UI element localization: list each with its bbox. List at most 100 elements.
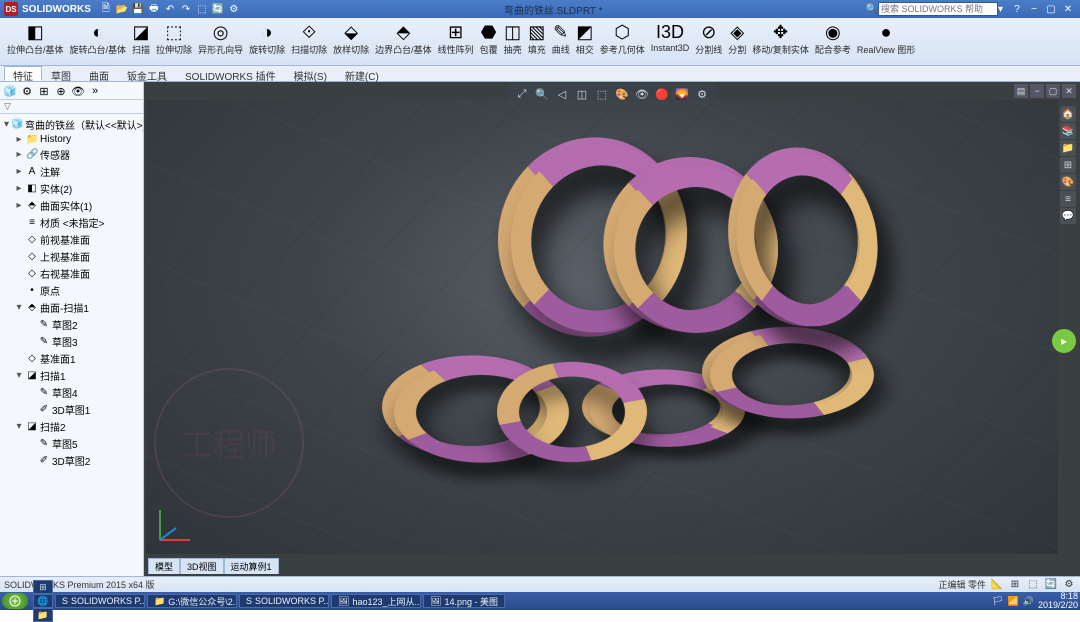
view-palette-icon[interactable]: ⊞ <box>1060 157 1076 173</box>
tree-item[interactable]: ▸📁History <box>2 133 141 146</box>
ribbon-异形孔向导[interactable]: ◎异形孔向导 <box>195 20 246 63</box>
configuration-manager-icon[interactable]: ⊞ <box>36 84 52 98</box>
tray-flag-icon[interactable]: 🏳 <box>992 596 1003 607</box>
graphics-viewport[interactable]: ⤢ 🔍 ◁ ◫ ⬚ 🎨 👁 🔴 🌄 ⚙ ▤ − ▢ ✕ 🏠 📚 📁 ⊞ 🎨 ≡ … <box>144 82 1080 576</box>
ribbon-抽壳[interactable]: ◫抽壳 <box>501 20 525 63</box>
tab-草图[interactable]: 草图 <box>42 66 80 81</box>
pinned-app[interactable]: 📁 <box>33 608 53 622</box>
tab-钣金工具[interactable]: 钣金工具 <box>118 66 176 81</box>
search-dropdown-icon[interactable]: ▾ <box>998 4 1003 15</box>
dimxpert-manager-icon[interactable]: ⊕ <box>53 84 69 98</box>
pinned-app[interactable]: 🌐 <box>33 594 53 608</box>
maximize-icon[interactable]: ▢ <box>1043 2 1059 16</box>
ribbon-分割线[interactable]: ⊘分割线 <box>692 20 725 63</box>
ribbon-移动/复制实体[interactable]: ✥移动/复制实体 <box>749 20 812 63</box>
motion-tab[interactable]: 运动算例1 <box>224 558 279 574</box>
taskbar-task[interactable]: 🖼14.png - 美图 <box>423 594 505 608</box>
rebuild-icon[interactable]: 🔄 <box>211 2 225 16</box>
tab-模拟(S)[interactable]: 模拟(S) <box>285 66 336 81</box>
tree-item[interactable]: ◇基准面1 <box>2 350 141 367</box>
pinned-app[interactable]: ⊞ <box>33 580 53 594</box>
taskbar-task[interactable]: SSOLIDWORKS P... <box>239 594 329 608</box>
ribbon-旋转切除[interactable]: ◑旋转切除 <box>246 20 288 63</box>
ribbon-拉伸切除[interactable]: ⬚拉伸切除 <box>153 20 195 63</box>
tab-曲面[interactable]: 曲面 <box>80 66 118 81</box>
taskbar-task[interactable]: 📁G:\微信公众号\2... <box>147 594 237 608</box>
tree-item[interactable]: ≡材质 <未指定> <box>2 214 141 231</box>
expand-icon[interactable]: ▸ <box>14 166 24 177</box>
ribbon-Instant3D[interactable]: I3DInstant3D <box>648 20 693 63</box>
expand-icon[interactable]: ▸ <box>14 183 24 194</box>
start-button[interactable] <box>2 593 28 609</box>
doc-close-icon[interactable]: ✕ <box>1062 84 1076 98</box>
tab-新建(C)[interactable]: 新建(C) <box>336 66 388 81</box>
expand-icon[interactable]: ▾ <box>4 119 9 130</box>
tree-item[interactable]: •原点 <box>2 282 141 299</box>
tree-item[interactable]: ◇上视基准面 <box>2 248 141 265</box>
tree-item[interactable]: ▸🔗传感器 <box>2 146 141 163</box>
tree-item[interactable]: ✎草图5 <box>2 435 141 452</box>
tree-item[interactable]: ▾◪扫描1 <box>2 367 141 384</box>
ribbon-旋转凸台/基体[interactable]: ◐旋转凸台/基体 <box>67 20 130 63</box>
open-icon[interactable]: 📂 <box>115 2 129 16</box>
doc-minimize-icon[interactable]: − <box>1030 84 1044 98</box>
ribbon-线性阵列[interactable]: ⊞线性阵列 <box>435 20 477 63</box>
ribbon-相交[interactable]: ◩相交 <box>573 20 597 63</box>
ribbon-RealView 图形[interactable]: ●RealView 图形 <box>854 20 918 63</box>
tree-item[interactable]: ▸A注解 <box>2 163 141 180</box>
model-canvas[interactable]: 工程师 <box>146 100 1058 554</box>
file-explorer-icon[interactable]: 📁 <box>1060 140 1076 156</box>
taskbar-clock[interactable]: 8:18 2019/2/20 <box>1038 592 1078 610</box>
tree-item[interactable]: ✎草图3 <box>2 333 141 350</box>
select-icon[interactable]: ⬚ <box>195 2 209 16</box>
ribbon-扫描切除[interactable]: ⟐扫描切除 <box>288 20 330 63</box>
ribbon-曲线[interactable]: ✎曲线 <box>549 20 573 63</box>
tree-filter[interactable]: ▽ <box>0 100 143 114</box>
close-icon[interactable]: ✕ <box>1060 2 1076 16</box>
guide-button[interactable]: ▸ <box>1052 329 1076 353</box>
expand-icon[interactable]: ▾ <box>14 421 24 432</box>
help-icon[interactable]: ? <box>1009 2 1025 16</box>
options-icon[interactable]: ⚙ <box>227 2 241 16</box>
doc-maximize-icon[interactable]: ▢ <box>1046 84 1060 98</box>
expand-icon[interactable]: ▸ <box>14 134 24 145</box>
appearances-icon[interactable]: 🎨 <box>1060 174 1076 190</box>
tray-volume-icon[interactable]: 🔊 <box>1023 596 1034 607</box>
tree-item[interactable]: ◇前视基准面 <box>2 231 141 248</box>
feature-tree-icon[interactable]: 🧊 <box>2 84 18 98</box>
taskbar-task[interactable]: 🖼hao123_上网从... <box>331 594 421 608</box>
ribbon-边界凸台/基体[interactable]: ⬘边界凸台/基体 <box>372 20 435 63</box>
design-library-icon[interactable]: 📚 <box>1060 123 1076 139</box>
status-custom-icon[interactable]: ⬚ <box>1026 579 1040 591</box>
ribbon-参考几何体[interactable]: ⬡参考几何体 <box>597 20 648 63</box>
property-manager-icon[interactable]: ⚙ <box>19 84 35 98</box>
tree-item[interactable]: ◇右视基准面 <box>2 265 141 282</box>
save-icon[interactable]: 💾 <box>131 2 145 16</box>
undo-icon[interactable]: ↶ <box>163 2 177 16</box>
panel-overflow-icon[interactable]: » <box>87 84 103 98</box>
status-unit-icon[interactable]: 📐 <box>990 579 1004 591</box>
ribbon-拉伸凸台/基体[interactable]: ◧拉伸凸台/基体 <box>4 20 67 63</box>
minimize-icon[interactable]: − <box>1026 2 1042 16</box>
motion-tab[interactable]: 模型 <box>148 558 180 574</box>
status-gear-icon[interactable]: ⚙ <box>1062 579 1076 591</box>
redo-icon[interactable]: ↷ <box>179 2 193 16</box>
ribbon-放样切除[interactable]: ⬙放样切除 <box>330 20 372 63</box>
expand-icon[interactable]: ▾ <box>14 370 24 381</box>
tree-item[interactable]: ▸⬘曲面实体(1) <box>2 197 141 214</box>
search-input[interactable] <box>878 2 998 16</box>
status-reload-icon[interactable]: 🔄 <box>1044 579 1058 591</box>
tree-item[interactable]: ✐3D草图1 <box>2 401 141 418</box>
doc-menu-icon[interactable]: ▤ <box>1014 84 1028 98</box>
expand-icon[interactable]: ▸ <box>14 200 24 211</box>
tray-network-icon[interactable]: 📶 <box>1008 596 1019 607</box>
system-tray[interactable]: 🏳 📶 🔊 8:18 2019/2/20 <box>992 592 1078 610</box>
tree-item[interactable]: ✐3D草图2 <box>2 452 141 469</box>
ribbon-配合参考[interactable]: ◉配合参考 <box>812 20 854 63</box>
tree-item[interactable]: ✎草图2 <box>2 316 141 333</box>
sw-forum-icon[interactable]: 💬 <box>1060 208 1076 224</box>
tab-特征[interactable]: 特征 <box>4 66 42 81</box>
expand-icon[interactable]: ▸ <box>14 149 24 160</box>
sw-resources-icon[interactable]: 🏠 <box>1060 106 1076 122</box>
motion-tab[interactable]: 3D视图 <box>180 558 224 574</box>
